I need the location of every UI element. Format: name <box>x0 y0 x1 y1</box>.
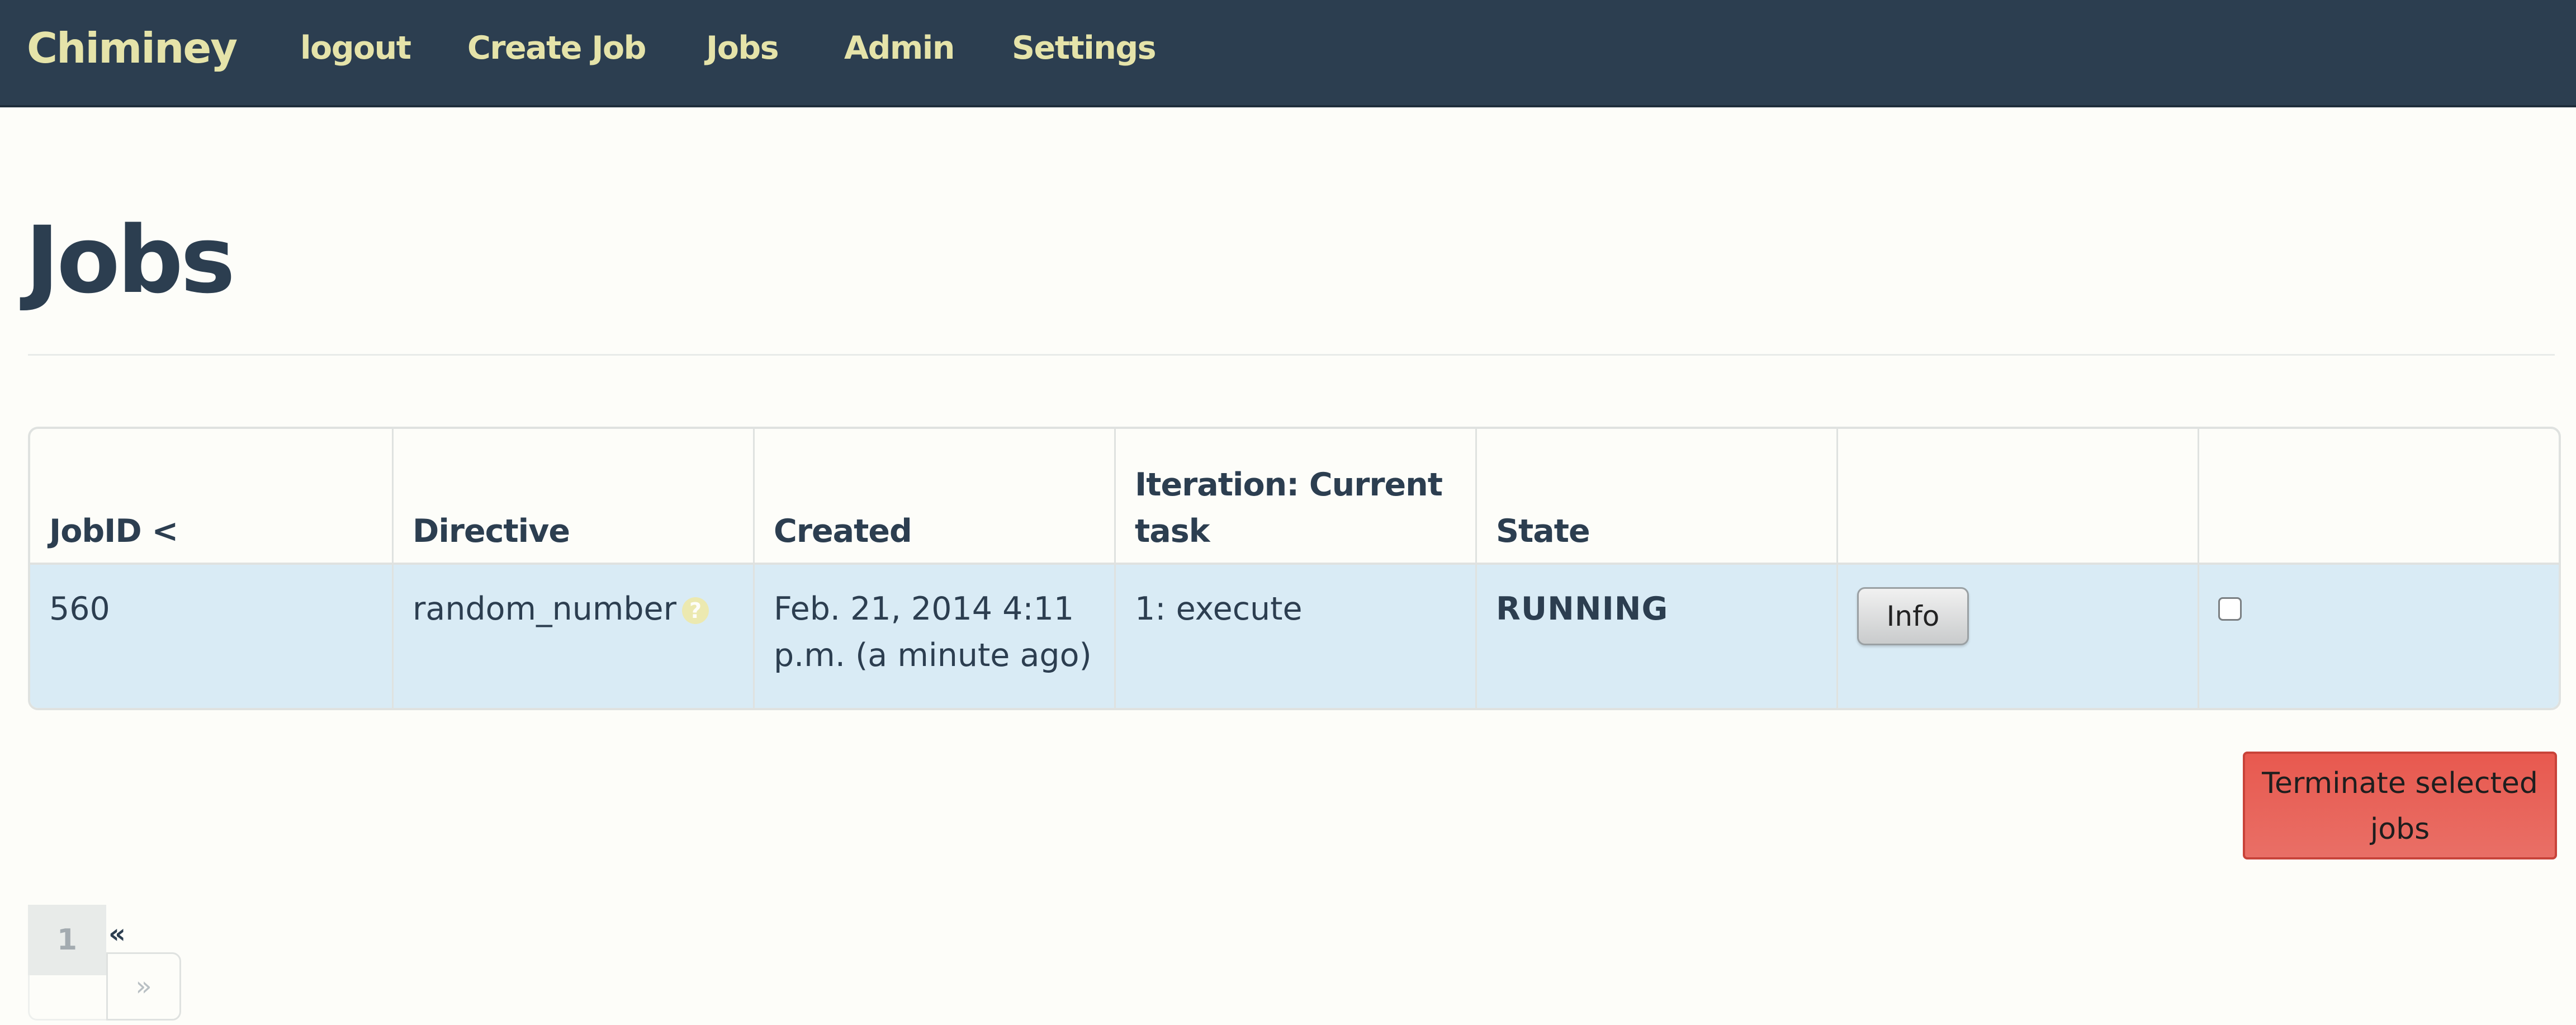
column-header-directive: Directive <box>392 429 753 563</box>
brand-link[interactable]: Chiminey <box>27 20 238 76</box>
jobs-table: JobID < Directive Created Iteration: Cur… <box>28 427 2561 710</box>
terminate-selected-jobs-button[interactable]: Terminate selected jobs <box>2243 752 2557 859</box>
column-header-iteration: Iteration: Current task <box>1114 429 1475 563</box>
pagination-current-page[interactable]: 1 <box>28 905 106 975</box>
iteration-cell: 1: execute <box>1114 563 1475 708</box>
nav-link-create-job[interactable]: Create Job <box>467 26 646 70</box>
column-header-select <box>2198 429 2559 563</box>
info-cell: Info <box>1836 563 2198 708</box>
column-header-state: State <box>1475 429 1836 563</box>
created-cell: Feb. 21, 2014 4:11 p.m. (a minute ago) <box>753 563 1114 708</box>
nav-link-settings[interactable]: Settings <box>1012 26 1157 70</box>
nav-link-logout[interactable]: logout <box>300 26 411 70</box>
info-button[interactable]: Info <box>1857 587 1969 645</box>
table-body: 560 random_number? Feb. 21, 2014 4:11 p.… <box>30 563 2559 708</box>
title-divider <box>28 354 2555 356</box>
state-cell: RUNNING <box>1475 563 1836 708</box>
question-circle-icon[interactable]: ? <box>682 597 709 625</box>
pagination-frame <box>28 975 106 1021</box>
select-job-checkbox[interactable] <box>2218 597 2242 621</box>
pagination-next-link[interactable]: » <box>106 952 181 1021</box>
column-header-jobid[interactable]: JobID < <box>30 429 392 563</box>
directive-text: random_number <box>413 591 677 627</box>
column-header-created: Created <box>753 429 1114 563</box>
job-id-cell: 560 <box>30 563 392 708</box>
top-navbar: Chiminey logout Create Job Jobs Admin Se… <box>0 0 2576 107</box>
page-title: Jobs <box>25 206 235 314</box>
select-cell <box>2198 563 2559 708</box>
nav-link-admin[interactable]: Admin <box>844 26 955 70</box>
nav-link-jobs[interactable]: Jobs <box>706 26 779 70</box>
table-header: JobID < Directive Created Iteration: Cur… <box>30 429 2559 563</box>
column-header-info <box>1836 429 2198 563</box>
pagination-prev-link[interactable]: « <box>108 917 126 951</box>
table-row: 560 random_number? Feb. 21, 2014 4:11 p.… <box>30 563 2559 708</box>
directive-cell: random_number? <box>392 563 753 708</box>
state-text: RUNNING <box>1496 591 1669 627</box>
table-header-row: JobID < Directive Created Iteration: Cur… <box>30 429 2559 563</box>
